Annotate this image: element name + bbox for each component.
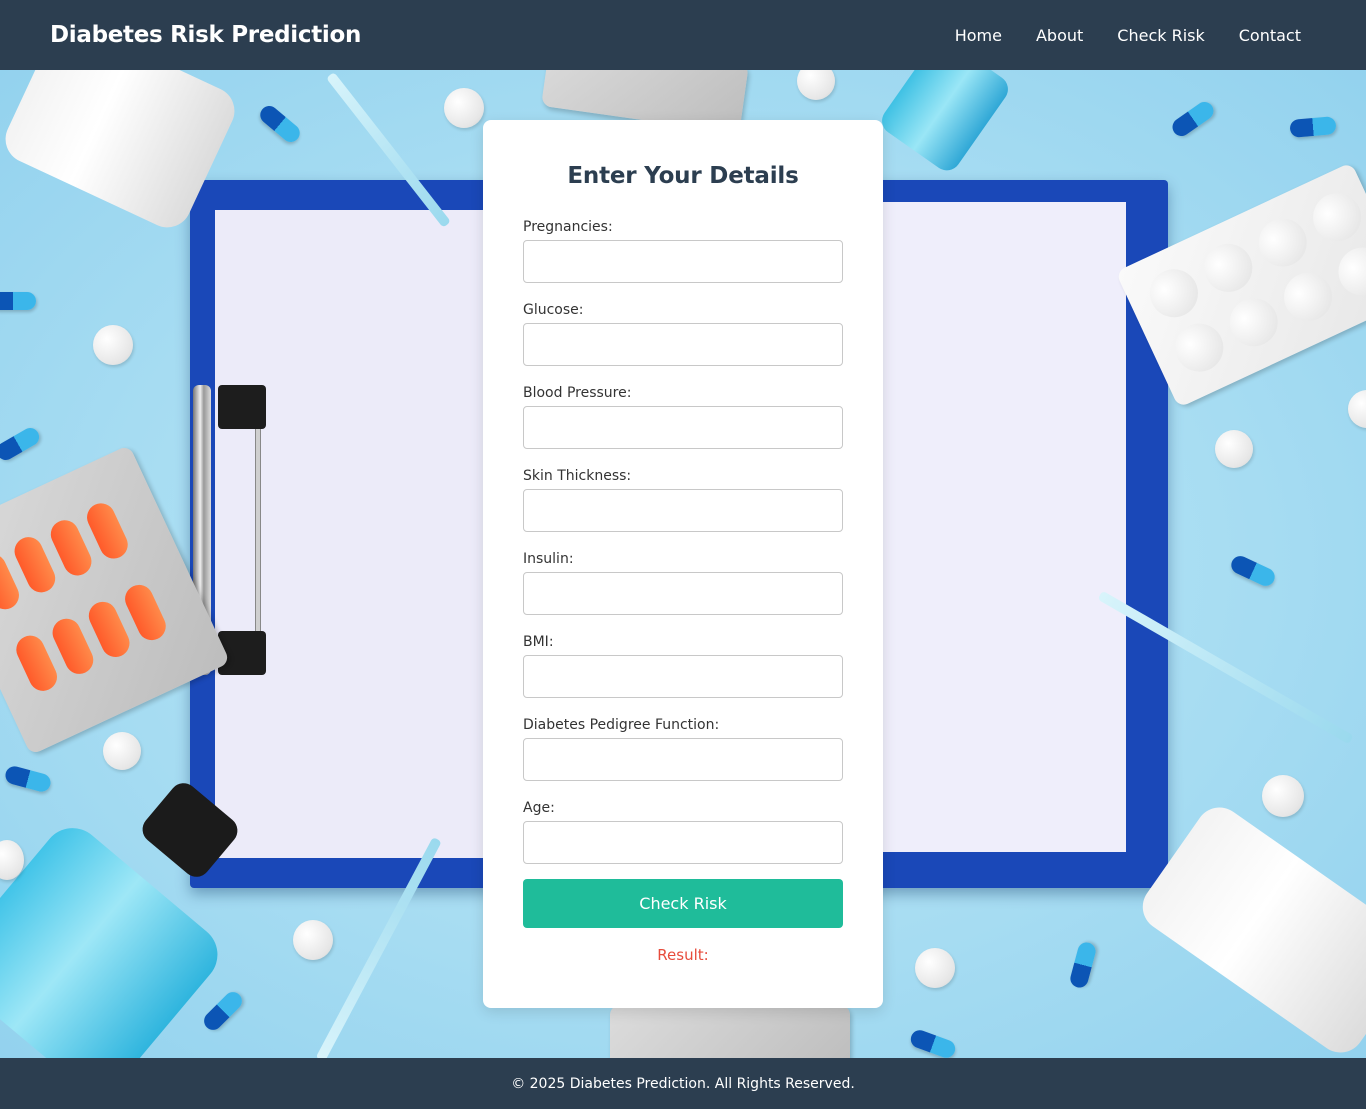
site-footer: © 2025 Diabetes Prediction. All Rights R… bbox=[0, 1058, 1366, 1109]
capsule bbox=[256, 102, 304, 146]
field-insulin: Insulin: bbox=[523, 551, 843, 615]
result-text: Result: bbox=[657, 946, 709, 964]
bmi-label: BMI: bbox=[523, 634, 554, 650]
nav-home[interactable]: Home bbox=[955, 26, 1002, 45]
bmi-input[interactable] bbox=[523, 655, 843, 698]
blister-pack-bottom bbox=[610, 1005, 850, 1058]
capsule bbox=[908, 1027, 958, 1058]
age-input[interactable] bbox=[523, 821, 843, 864]
tablet bbox=[915, 948, 955, 988]
form-title: Enter Your Details bbox=[567, 163, 799, 189]
skin-thickness-input[interactable] bbox=[523, 489, 843, 532]
nav-about[interactable]: About bbox=[1036, 26, 1083, 45]
tablet bbox=[1348, 390, 1366, 428]
field-glucose: Glucose: bbox=[523, 302, 843, 366]
nav-contact[interactable]: Contact bbox=[1239, 26, 1301, 45]
blood-pressure-label: Blood Pressure: bbox=[523, 385, 632, 401]
capsule bbox=[1289, 116, 1337, 138]
capsule bbox=[3, 764, 53, 794]
site-brand[interactable]: Diabetes Risk Prediction bbox=[50, 22, 361, 48]
tablet bbox=[1215, 430, 1253, 468]
main-nav: Home About Check Risk Contact bbox=[955, 26, 1301, 45]
capsule bbox=[1068, 940, 1098, 990]
tablet bbox=[293, 920, 333, 960]
check-risk-button[interactable]: Check Risk bbox=[523, 879, 843, 928]
site-header: Diabetes Risk Prediction Home About Chec… bbox=[0, 0, 1366, 70]
footer-copyright: © 2025 Diabetes Prediction. All Rights R… bbox=[511, 1075, 855, 1092]
capsule bbox=[0, 292, 36, 310]
insulin-label: Insulin: bbox=[523, 551, 574, 567]
blood-pressure-input[interactable] bbox=[523, 406, 843, 449]
insulin-input[interactable] bbox=[523, 572, 843, 615]
glucose-input[interactable] bbox=[523, 323, 843, 366]
field-diabetes-pedigree-function: Diabetes Pedigree Function: bbox=[523, 717, 843, 781]
tablet bbox=[1262, 775, 1304, 817]
tablet bbox=[444, 88, 484, 128]
capsule bbox=[200, 988, 246, 1034]
vial bbox=[876, 70, 1014, 176]
field-bmi: BMI: bbox=[523, 634, 843, 698]
tablet bbox=[103, 732, 141, 770]
clipboard-paper-right bbox=[878, 202, 1126, 852]
capsule bbox=[1168, 98, 1218, 140]
spray-bottle bbox=[1133, 798, 1366, 1058]
field-age: Age: bbox=[523, 800, 843, 864]
pregnancies-input[interactable] bbox=[523, 240, 843, 283]
age-label: Age: bbox=[523, 800, 555, 816]
tablet bbox=[797, 70, 835, 100]
field-blood-pressure: Blood Pressure: bbox=[523, 385, 843, 449]
details-form-card: Enter Your Details Pregnancies: Glucose:… bbox=[483, 120, 883, 1008]
field-pregnancies: Pregnancies: bbox=[523, 219, 843, 283]
glucose-label: Glucose: bbox=[523, 302, 584, 318]
tablet bbox=[93, 325, 133, 365]
capsule bbox=[1228, 553, 1278, 589]
pregnancies-label: Pregnancies: bbox=[523, 219, 613, 235]
diabetes-pedigree-function-input[interactable] bbox=[523, 738, 843, 781]
nav-check-risk[interactable]: Check Risk bbox=[1117, 26, 1204, 45]
diabetes-pedigree-function-label: Diabetes Pedigree Function: bbox=[523, 717, 720, 733]
capsule bbox=[0, 424, 43, 464]
skin-thickness-label: Skin Thickness: bbox=[523, 468, 632, 484]
field-skin-thickness: Skin Thickness: bbox=[523, 468, 843, 532]
